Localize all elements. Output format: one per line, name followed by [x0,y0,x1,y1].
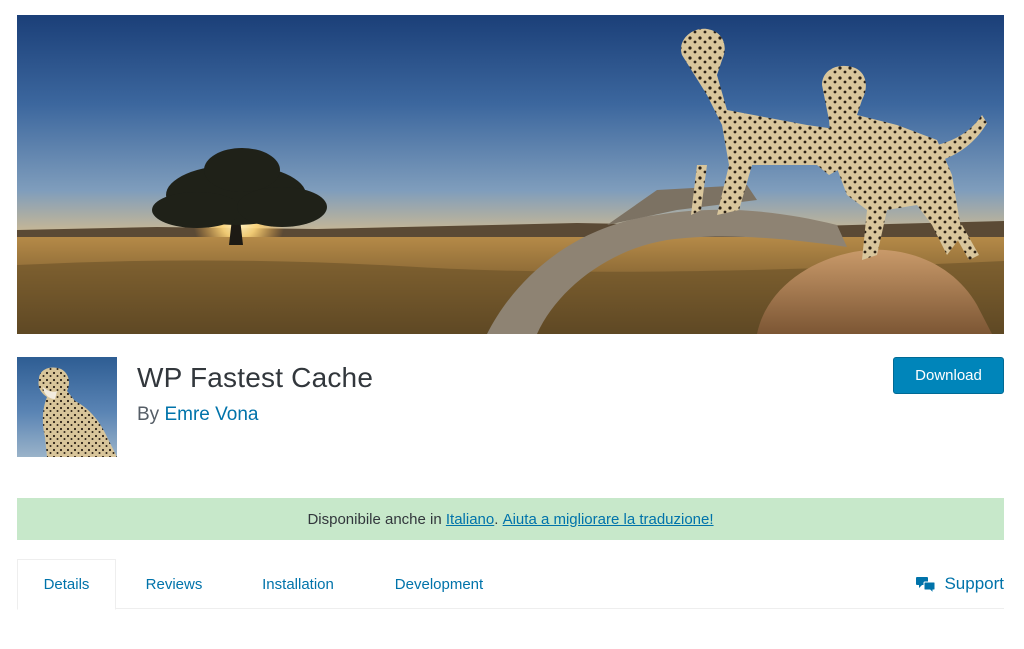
author-link[interactable]: Emre Vona [164,404,258,425]
tab-development[interactable]: Development [383,559,495,609]
plugin-banner [17,15,1004,334]
banner-illustration [17,28,1004,334]
notice-separator: . [494,510,503,528]
notice-text: Disponibile anche in [307,510,446,528]
language-link[interactable]: Italiano [446,511,494,528]
tab-installation[interactable]: Installation [246,559,350,609]
download-button[interactable]: Download [893,357,1004,394]
plugin-byline: By Emre Vona [137,404,258,426]
plugin-title: WP Fastest Cache [137,362,374,393]
tab-details[interactable]: Details [17,559,116,610]
plugin-icon [17,357,117,457]
support-link[interactable]: Support [916,559,1004,609]
cheetah-icon [38,367,117,457]
help-translate-link[interactable]: Aiuta a migliorare la traduzione! [503,511,714,528]
byline-label: By [137,404,160,425]
tab-reviews[interactable]: Reviews [130,559,218,609]
translation-notice: Disponibile anche in Italiano. Aiuta a m… [17,498,1004,540]
speech-bubbles-icon [916,577,936,593]
support-label: Support [944,574,1004,593]
plugin-tabs: Details Reviews Installation Development… [17,559,1004,610]
